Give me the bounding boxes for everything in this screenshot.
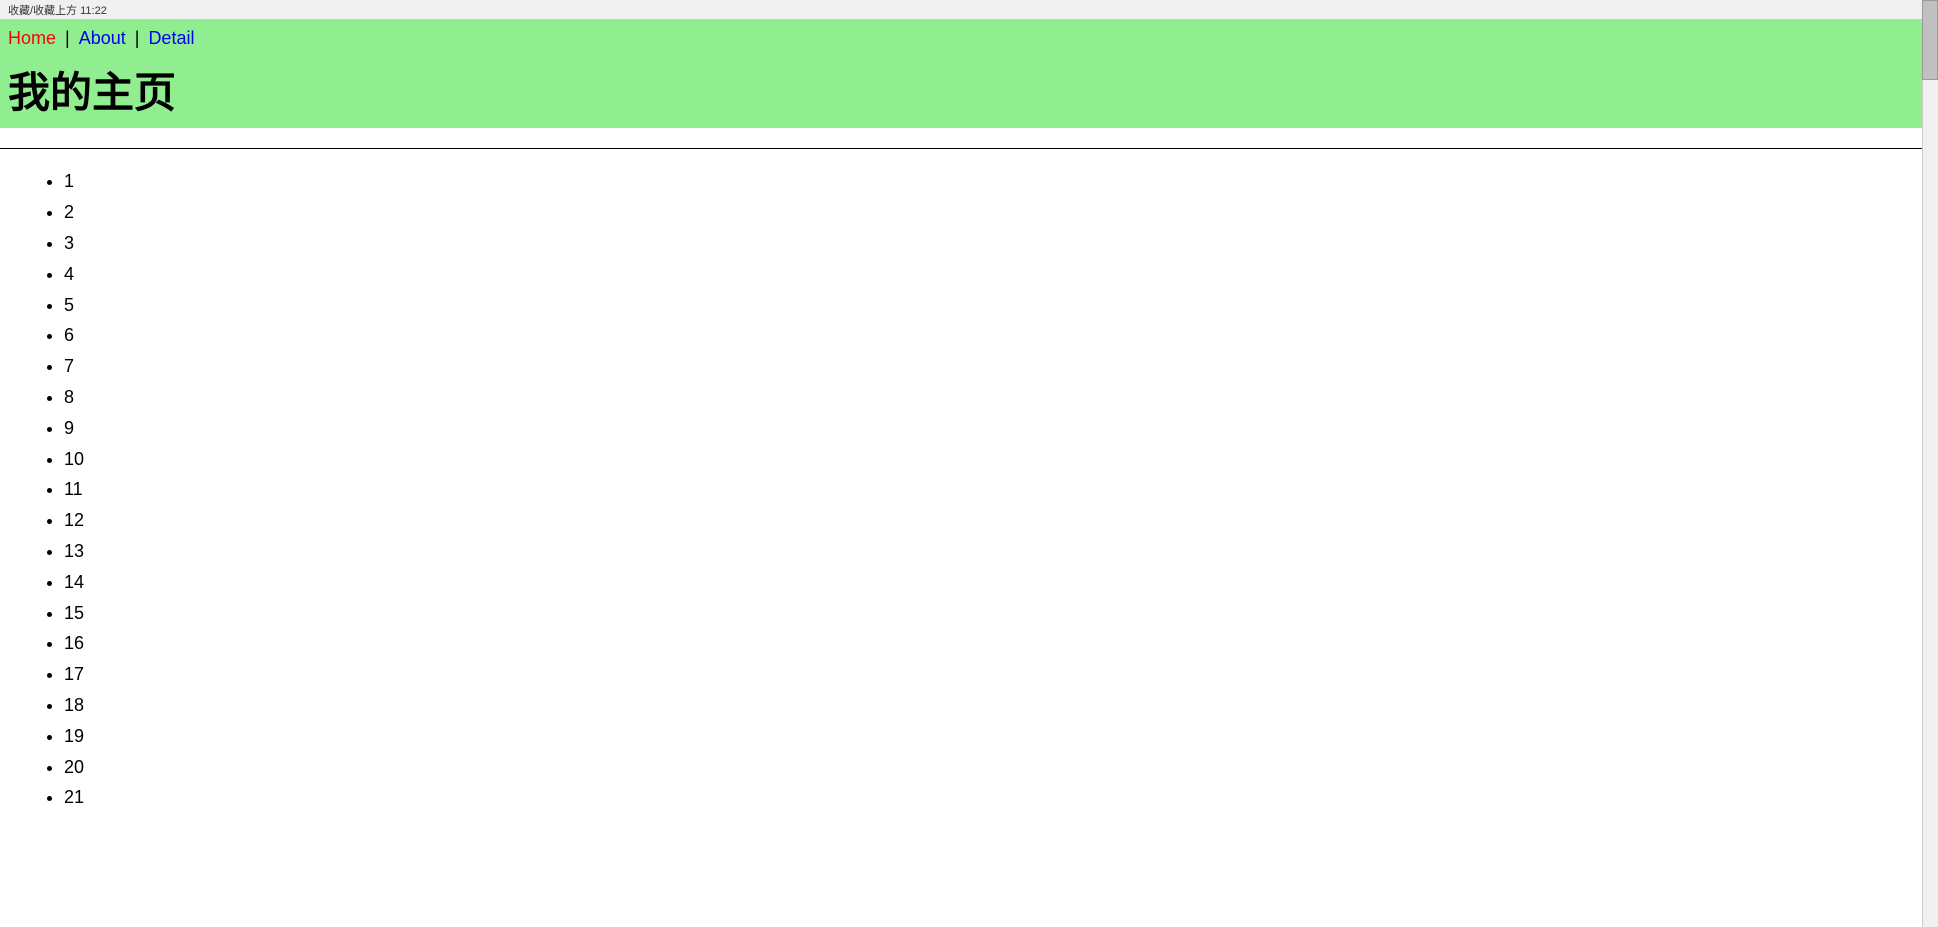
list-item: 6 — [64, 321, 1938, 350]
list-container: 123456789101112131415161718192021 — [0, 157, 1938, 812]
scrollbar-thumb[interactable] — [1922, 0, 1938, 80]
content-area: 123456789101112131415161718192021 — [0, 148, 1938, 812]
list-item: 14 — [64, 568, 1938, 597]
numbered-list: 123456789101112131415161718192021 — [48, 167, 1938, 812]
list-item: 12 — [64, 506, 1938, 535]
list-item: 15 — [64, 599, 1938, 628]
list-item: 3 — [64, 229, 1938, 258]
horizontal-divider — [0, 148, 1938, 149]
list-item: 7 — [64, 352, 1938, 381]
page-heading: 我的主页 — [0, 55, 1938, 128]
list-item: 19 — [64, 722, 1938, 751]
nav-link-detail[interactable]: Detail — [148, 28, 194, 48]
nav-separator-2: | — [130, 28, 145, 48]
list-item: 16 — [64, 629, 1938, 658]
browser-bar: 收藏/收藏上方 11:22 — [0, 0, 1938, 20]
list-item: 9 — [64, 414, 1938, 443]
nav-link-about[interactable]: About — [79, 28, 126, 48]
browser-bar-text: 收藏/收藏上方 11:22 — [8, 2, 107, 18]
list-item: 17 — [64, 660, 1938, 689]
navigation-bar: Home | About | Detail — [0, 20, 1938, 55]
list-item: 4 — [64, 260, 1938, 289]
list-item: 21 — [64, 783, 1938, 812]
list-item: 20 — [64, 753, 1938, 782]
list-item: 2 — [64, 198, 1938, 227]
list-item: 13 — [64, 537, 1938, 566]
list-item: 5 — [64, 291, 1938, 320]
nav-separator-1: | — [60, 28, 75, 48]
nav-link-home[interactable]: Home — [8, 28, 56, 48]
page-title: 我的主页 — [8, 59, 1930, 120]
list-item: 11 — [64, 475, 1938, 504]
list-item: 18 — [64, 691, 1938, 720]
list-item: 1 — [64, 167, 1938, 196]
scrollbar[interactable] — [1922, 0, 1938, 927]
list-item: 8 — [64, 383, 1938, 412]
list-item: 10 — [64, 445, 1938, 474]
